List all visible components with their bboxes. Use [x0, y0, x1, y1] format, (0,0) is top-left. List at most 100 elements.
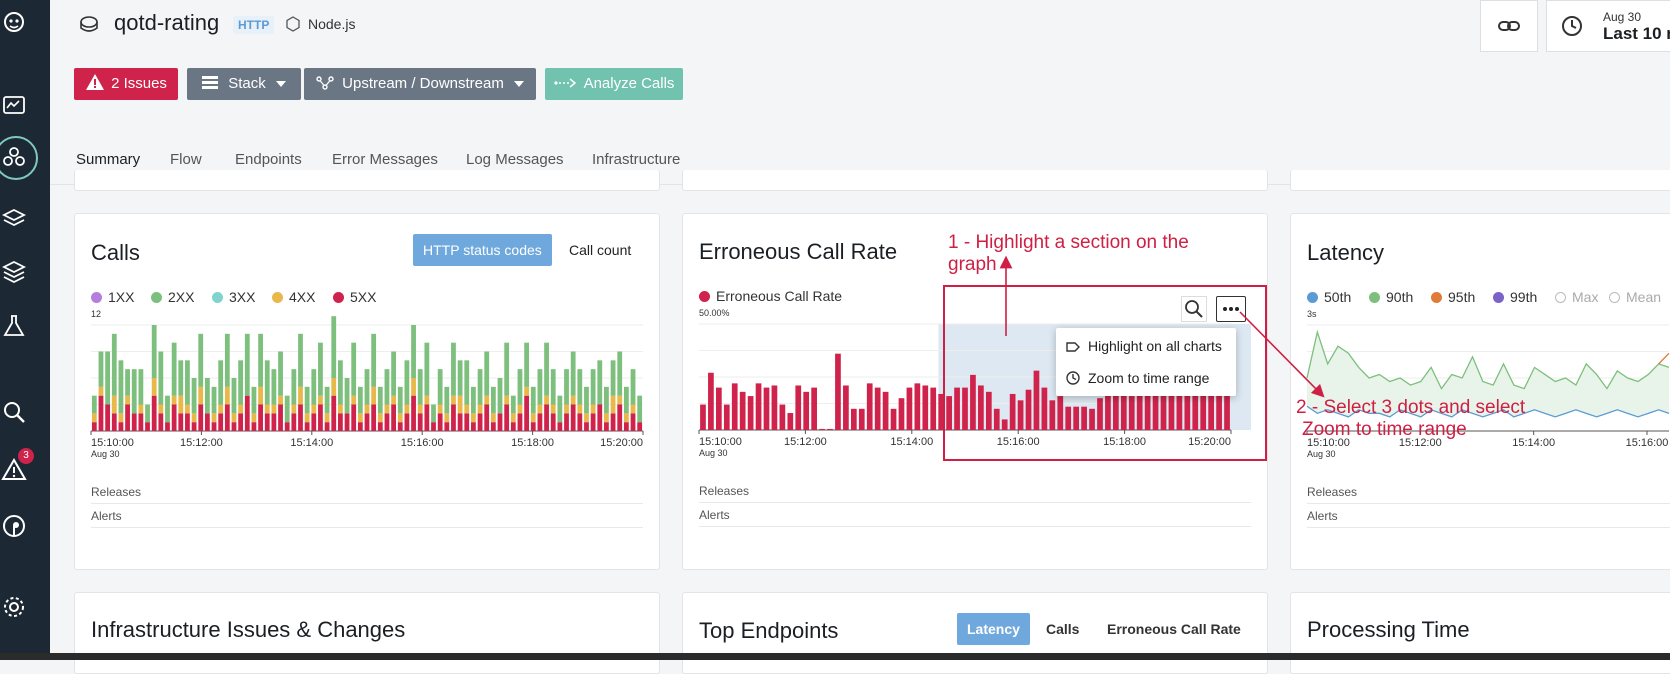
- bar-5xx: [490, 422, 496, 431]
- legend-2xx[interactable]: 2XX: [151, 289, 194, 305]
- copy-link-button[interactable]: [1480, 0, 1538, 52]
- bar-2xx: [291, 369, 297, 405]
- latency-toggle[interactable]: Latency: [957, 613, 1030, 645]
- calls-toggle[interactable]: Calls: [1036, 613, 1089, 645]
- bar-2xx: [198, 333, 204, 387]
- bar-5xx: [178, 413, 184, 431]
- bar-5xx: [284, 422, 290, 431]
- tab-flow[interactable]: Flow: [170, 151, 202, 168]
- bar-4xx: [171, 395, 177, 405]
- http-status-codes-toggle[interactable]: HTTP status codes: [413, 234, 552, 266]
- bar-4xx: [258, 386, 263, 405]
- bar-2xx: [590, 369, 596, 405]
- analyze-calls-button[interactable]: Analyze Calls: [545, 68, 683, 100]
- time-range-picker[interactable]: Aug 30 Last 10 m: [1546, 0, 1670, 52]
- bar-2xx: [311, 369, 317, 405]
- legend-50th[interactable]: 50th: [1307, 289, 1351, 305]
- os-taskbar: [0, 653, 1670, 660]
- bar-2xx: [331, 316, 337, 378]
- bar-erroneous-rate: [843, 385, 849, 430]
- logo-icon[interactable]: [0, 8, 28, 36]
- tab-error-messages[interactable]: Error Messages: [332, 151, 438, 168]
- menu-zoom-to-time-range[interactable]: Zoom to time range: [1066, 370, 1209, 386]
- calls-chart[interactable]: 12 15:10:00 15:12:00 15:14:00 15:16:00 15:18:…: [89, 309, 645, 469]
- analytics-search-icon[interactable]: [0, 398, 28, 426]
- platforms-icon[interactable]: [0, 206, 28, 234]
- bar-5xx: [211, 422, 217, 431]
- bar-4xx: [530, 413, 536, 423]
- legend-label: 95th: [1448, 289, 1476, 305]
- bar-5xx: [118, 422, 124, 431]
- bar-4xx: [391, 395, 396, 405]
- bar-5xx: [444, 422, 450, 431]
- card-remnant: [682, 170, 1268, 191]
- bar-2xx: [138, 369, 144, 405]
- dashboards-icon[interactable]: [0, 92, 28, 120]
- bar-erroneous-rate: [922, 385, 929, 430]
- legend-1xx[interactable]: 1XX: [91, 289, 134, 305]
- bar-4xx: [471, 413, 476, 423]
- legend-dot: [699, 291, 710, 302]
- more-options-button[interactable]: [1216, 296, 1246, 322]
- legend-erroneous-call-rate[interactable]: Erroneous Call Rate: [699, 288, 842, 304]
- bar-2xx: [610, 360, 616, 396]
- bar-2xx: [218, 360, 224, 405]
- bar-2xx: [497, 378, 503, 414]
- zoom-button[interactable]: [1181, 296, 1207, 322]
- divider: [91, 503, 643, 504]
- bar-5xx: [524, 395, 530, 431]
- tab-summary[interactable]: Summary: [76, 151, 140, 168]
- bar-5xx: [577, 413, 583, 431]
- bar-5xx: [105, 404, 111, 431]
- legend-5xx[interactable]: 5XX: [333, 289, 376, 305]
- bar-4xx: [570, 395, 576, 405]
- bar-5xx: [145, 422, 150, 431]
- bar-5xx: [517, 413, 523, 431]
- infrastructure-icon[interactable]: [0, 258, 28, 286]
- bar-4xx: [138, 404, 144, 414]
- menu-highlight-all-charts[interactable]: Highlight on all charts: [1066, 338, 1222, 354]
- bar-5xx: [151, 395, 157, 431]
- stack-button[interactable]: Stack: [187, 68, 301, 100]
- upstream-downstream-button[interactable]: Upstream / Downstream: [304, 68, 536, 100]
- bar-2xx: [364, 369, 370, 405]
- analyze-arrows-icon: [553, 78, 576, 88]
- bar-5xx: [198, 404, 204, 431]
- bar-4xx: [524, 386, 530, 396]
- bar-2xx: [384, 369, 390, 405]
- services-icon[interactable]: [0, 143, 28, 171]
- bar-5xx: [258, 404, 263, 431]
- bar-2xx: [258, 333, 263, 387]
- bar-4xx: [218, 404, 224, 414]
- bar-5xx: [451, 404, 456, 431]
- erroneous-rate-toggle[interactable]: Erroneous Call Rate: [1097, 613, 1251, 645]
- bar-2xx: [417, 369, 423, 405]
- settings-gear-icon[interactable]: [0, 593, 28, 621]
- legend-99th[interactable]: 99th: [1493, 289, 1537, 305]
- latency-chart[interactable]: 3s15:10:00 15:12:00 15:14:00 15:16:00Aug 30: [1305, 309, 1670, 469]
- bar-erroneous-rate: [898, 398, 905, 430]
- legend-90th[interactable]: 90th: [1369, 289, 1413, 305]
- legend-4xx[interactable]: 4XX: [272, 289, 315, 305]
- bar-2xx: [371, 333, 377, 387]
- tab-log-messages[interactable]: Log Messages: [466, 151, 564, 168]
- legend-max[interactable]: Max: [1555, 289, 1598, 305]
- bar-erroneous-rate: [827, 428, 833, 430]
- bar-4xx: [118, 413, 124, 423]
- bar-5xx: [231, 422, 237, 431]
- pipeline-icon[interactable]: [0, 512, 28, 540]
- legend-3xx[interactable]: 3XX: [212, 289, 255, 305]
- alerts-row-label: Alerts: [91, 509, 122, 523]
- x-tick-label: 15:10:00: [91, 437, 134, 449]
- legend-mean[interactable]: Mean: [1609, 289, 1661, 305]
- legend-95th[interactable]: 95th: [1431, 289, 1475, 305]
- issues-button[interactable]: 2 Issues: [74, 68, 178, 100]
- call-count-toggle[interactable]: Call count: [559, 234, 641, 266]
- bar-2xx: [185, 360, 190, 405]
- tab-infrastructure[interactable]: Infrastructure: [592, 151, 680, 168]
- flask-icon[interactable]: [0, 312, 28, 340]
- tab-endpoints[interactable]: Endpoints: [235, 151, 302, 168]
- bar-2xx: [544, 342, 549, 396]
- bar-erroneous-rate: [779, 404, 786, 430]
- bar-2xx: [151, 325, 157, 378]
